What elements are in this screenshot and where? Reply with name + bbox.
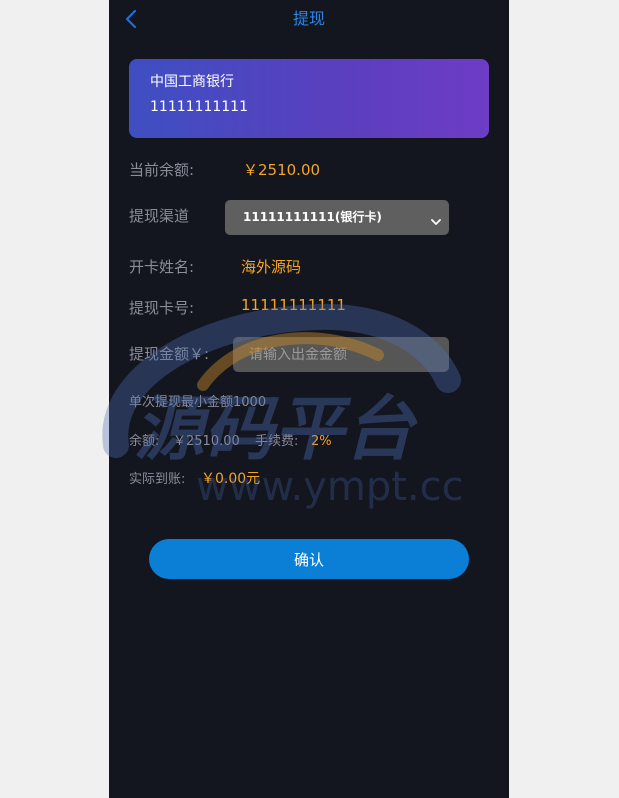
chevron-down-icon xyxy=(431,212,441,225)
channel-selected-value: 11111111111(银行卡) xyxy=(243,210,382,224)
balance-label: 当前余额: xyxy=(129,161,195,179)
actual-value: ￥0.00元 xyxy=(201,471,261,487)
confirm-button[interactable]: 确认 xyxy=(149,539,469,579)
amount-label: 提现金额￥: xyxy=(129,345,210,363)
bank-card: 中国工商银行 11111111111 xyxy=(129,59,489,138)
remain-label: 余额: xyxy=(129,434,160,449)
holder-label: 开卡姓名: xyxy=(129,258,195,276)
fee-value: 2% xyxy=(311,434,332,449)
channel-select[interactable]: 11111111111(银行卡) xyxy=(225,200,449,235)
page-title: 提现 xyxy=(292,9,325,28)
holder-value: 海外源码 xyxy=(241,258,302,276)
remain-value: ￥2510.00 xyxy=(173,434,240,449)
bank-name: 中国工商银行 xyxy=(150,74,234,90)
channel-label: 提现渠道 xyxy=(129,207,190,225)
min-amount-note: 单次提现最小金额1000 xyxy=(129,395,267,410)
balance-value: ￥2510.00 xyxy=(243,161,321,179)
fee-label: 手续费: xyxy=(255,434,299,449)
card-number-label: 提现卡号: xyxy=(129,299,195,317)
nav-bar: 提现 xyxy=(109,0,509,40)
actual-label: 实际到账: xyxy=(129,472,186,487)
phone-screen: 提现 中国工商银行 11111111111 当前余额: ￥2510.00 提现渠… xyxy=(109,0,509,798)
bank-card-number: 11111111111 xyxy=(150,99,248,115)
card-number-value: 11111111111 xyxy=(241,296,346,314)
amount-input[interactable] xyxy=(233,337,449,372)
